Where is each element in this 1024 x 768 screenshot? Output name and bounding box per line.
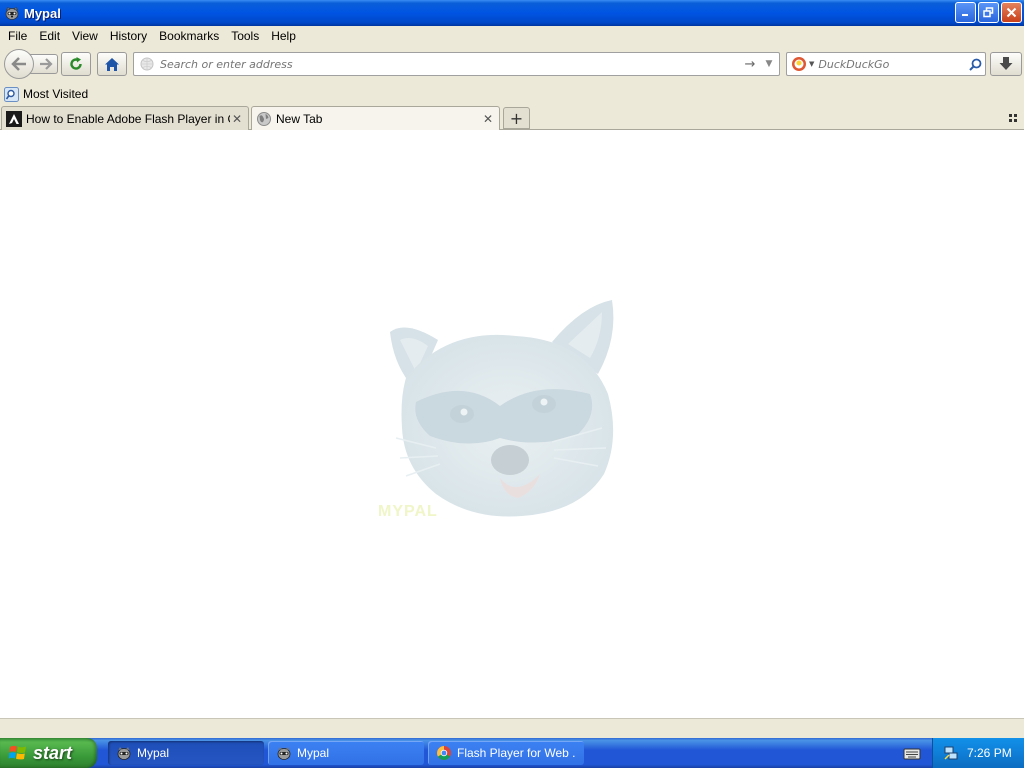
globe-icon	[257, 112, 271, 126]
mypal-icon	[277, 747, 291, 760]
restore-button[interactable]	[978, 2, 999, 23]
status-bar	[0, 718, 1024, 738]
downloads-button[interactable]	[990, 52, 1022, 76]
identity-globe-icon	[140, 57, 154, 71]
adobe-icon	[6, 110, 22, 127]
forward-arrow-icon	[40, 58, 53, 70]
search-bar[interactable]: ▼	[786, 52, 986, 76]
tab-label: New Tab	[276, 112, 323, 126]
mypal-raccoon-logo: MYPAL	[378, 300, 614, 520]
download-icon	[999, 57, 1013, 70]
menu-edit[interactable]: Edit	[33, 29, 66, 43]
menu-help[interactable]: Help	[265, 29, 302, 43]
tab-close-icon[interactable]: ✕	[481, 112, 495, 126]
search-input[interactable]	[818, 57, 965, 71]
keyboard-icon[interactable]	[903, 746, 921, 760]
list-all-tabs-icon[interactable]	[1006, 111, 1020, 125]
close-icon	[1006, 7, 1017, 18]
most-visited-icon	[4, 86, 19, 102]
restore-icon	[983, 7, 994, 18]
task-label: Mypal	[297, 746, 330, 760]
close-button[interactable]	[1001, 2, 1022, 23]
bookmarks-toolbar: Most Visited	[0, 84, 1024, 104]
history-dropdown-icon[interactable]: ▼	[759, 59, 779, 69]
mypal-icon	[4, 5, 20, 21]
task-label: Flash Player for Web ...	[457, 746, 576, 760]
menu-bookmarks[interactable]: Bookmarks	[153, 29, 225, 43]
search-icon[interactable]	[965, 58, 985, 71]
engine-dropdown-icon[interactable]: ▼	[809, 60, 814, 68]
address-input[interactable]	[160, 57, 741, 71]
tab-close-icon[interactable]: ✕	[230, 112, 244, 126]
window-title: Mypal	[24, 5, 61, 21]
taskbar-item-chrome[interactable]: Flash Player for Web ...	[428, 741, 584, 765]
go-arrow-icon[interactable]: →	[741, 57, 759, 72]
start-label: start	[33, 742, 73, 763]
url-bar[interactable]: → ▼	[133, 52, 780, 76]
forward-button[interactable]	[30, 54, 58, 74]
menu-tools[interactable]: Tools	[225, 29, 265, 43]
tab-strip: How to Enable Adobe Flash Player in Goo.…	[0, 104, 1024, 131]
menu-history[interactable]: History	[104, 29, 153, 43]
new-tab-button[interactable]: +	[503, 107, 530, 129]
duckduckgo-icon[interactable]	[791, 56, 807, 72]
menu-view[interactable]: View	[66, 29, 104, 43]
chrome-icon	[437, 746, 451, 760]
home-icon	[105, 57, 119, 71]
bookmark-most-visited[interactable]: Most Visited	[4, 86, 89, 102]
tab-new-tab[interactable]: New Tab ✕	[251, 106, 500, 131]
home-button[interactable]	[97, 52, 127, 76]
start-button[interactable]: start	[0, 738, 97, 768]
menu-file[interactable]: File	[2, 29, 33, 43]
taskbar-item-mypal-1[interactable]: Mypal	[108, 741, 264, 765]
menu-bar: File Edit View History Bookmarks Tools H…	[0, 26, 1024, 46]
clock[interactable]: 7:26 PM	[967, 746, 1012, 760]
window-titlebar[interactable]: Mypal	[0, 0, 1024, 26]
svg-text:MYPAL: MYPAL	[378, 503, 438, 520]
system-tray: 7:26 PM	[932, 738, 1024, 768]
tab-flash-article[interactable]: How to Enable Adobe Flash Player in Goo.…	[1, 106, 249, 130]
back-arrow-icon	[11, 57, 26, 71]
network-icon[interactable]	[943, 745, 959, 761]
plus-icon: +	[509, 108, 524, 128]
windows-logo-icon	[8, 745, 26, 760]
tab-label: How to Enable Adobe Flash Player in Goo.…	[26, 111, 230, 126]
bookmark-label: Most Visited	[23, 87, 89, 101]
minimize-icon	[962, 14, 968, 16]
mypal-icon	[117, 747, 131, 760]
back-button[interactable]	[4, 49, 34, 79]
navigation-toolbar: → ▼ ▼	[0, 46, 1024, 82]
taskbar: start Mypal Mypal Flash Player for Web .…	[0, 738, 1024, 768]
reload-button[interactable]	[61, 52, 91, 76]
reload-icon	[70, 57, 82, 70]
taskbar-item-mypal-2[interactable]: Mypal	[268, 741, 424, 765]
minimize-button[interactable]	[955, 2, 976, 23]
task-label: Mypal	[137, 746, 170, 760]
page-content: MYPAL	[0, 130, 1024, 718]
